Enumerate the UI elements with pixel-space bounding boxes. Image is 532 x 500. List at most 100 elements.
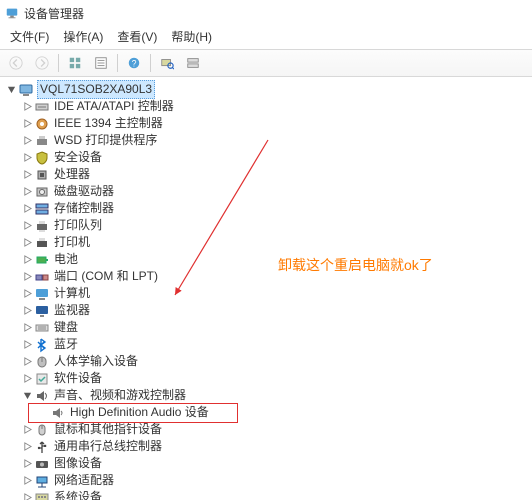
expand-toggle-icon[interactable] <box>20 151 34 165</box>
tree-category[interactable]: 蓝牙 <box>2 336 530 353</box>
tree-root-label: VQL71SOB2XA90L3 <box>37 80 155 99</box>
toolbar-extra-button[interactable] <box>181 51 205 75</box>
expand-toggle-icon[interactable] <box>20 287 34 301</box>
expand-toggle-icon[interactable] <box>20 134 34 148</box>
annotation-text: 卸载这个重启电脑就ok了 <box>278 255 433 275</box>
expand-toggle-icon[interactable] <box>20 168 34 182</box>
storage-icon <box>34 201 50 217</box>
tree-category[interactable]: 网络适配器 <box>2 472 530 489</box>
tree-category[interactable]: 鼠标和其他指针设备 <box>2 421 530 438</box>
svg-text:?: ? <box>132 59 137 69</box>
tree-device[interactable]: High Definition Audio 设备 <box>2 404 530 421</box>
expand-toggle-icon[interactable] <box>20 100 34 114</box>
tree-category[interactable]: 处理器 <box>2 166 530 183</box>
expand-toggle-icon[interactable] <box>20 304 34 318</box>
tree-category[interactable]: 打印机 <box>2 234 530 251</box>
tree-category[interactable]: 图像设备 <box>2 455 530 472</box>
expand-toggle-icon[interactable] <box>20 338 34 352</box>
nav-forward-button[interactable] <box>30 51 54 75</box>
titlebar: 设备管理器 <box>0 0 532 24</box>
tree-category[interactable]: 监视器 <box>2 302 530 319</box>
expand-toggle-icon[interactable] <box>20 236 34 250</box>
tree-category[interactable]: 安全设备 <box>2 149 530 166</box>
device-manager-icon <box>4 5 20 21</box>
tree-category-label: IDE ATA/ATAPI 控制器 <box>53 98 175 115</box>
expand-toggle-icon[interactable] <box>20 253 34 267</box>
tree-category[interactable]: 端口 (COM 和 LPT) <box>2 268 530 285</box>
tree-category[interactable]: 电池 <box>2 251 530 268</box>
device-tree[interactable]: VQL71SOB2XA90L3IDE ATA/ATAPI 控制器IEEE 139… <box>0 77 532 500</box>
bluetooth-icon <box>34 337 50 353</box>
expand-toggle-icon[interactable] <box>20 202 34 216</box>
expand-toggle-icon[interactable] <box>20 270 34 284</box>
cpu-icon <box>34 167 50 183</box>
help-button[interactable]: ? <box>122 51 146 75</box>
tree-category-label: 图像设备 <box>53 455 103 472</box>
tree-category[interactable]: IEEE 1394 主控制器 <box>2 115 530 132</box>
expand-toggle-icon[interactable] <box>20 117 34 131</box>
tree-category-label: IEEE 1394 主控制器 <box>53 115 164 132</box>
tree-category[interactable]: 打印队列 <box>2 217 530 234</box>
tree-category-label: 安全设备 <box>53 149 103 166</box>
ide-icon <box>34 99 50 115</box>
expand-toggle-icon[interactable] <box>20 457 34 471</box>
tree-category[interactable]: 系统设备 <box>2 489 530 500</box>
toolbar: ? <box>0 49 532 77</box>
expand-toggle-icon[interactable] <box>20 491 34 500</box>
scan-hardware-button[interactable] <box>155 51 179 75</box>
sound-icon <box>34 388 50 404</box>
tree-category-label: 端口 (COM 和 LPT) <box>53 268 159 285</box>
tree-category-label: 蓝牙 <box>53 336 79 353</box>
expand-toggle-icon[interactable] <box>4 83 18 97</box>
tree-category-label: 系统设备 <box>53 489 103 500</box>
tree-category[interactable]: 计算机 <box>2 285 530 302</box>
tree-category[interactable]: 存储控制器 <box>2 200 530 217</box>
tree-category-label: 磁盘驱动器 <box>53 183 115 200</box>
show-hidden-button[interactable] <box>63 51 87 75</box>
port-icon <box>34 269 50 285</box>
expand-toggle-icon[interactable] <box>20 440 34 454</box>
expand-toggle-icon[interactable] <box>20 185 34 199</box>
ieee1394-icon <box>34 116 50 132</box>
properties-button[interactable] <box>89 51 113 75</box>
expand-toggle-icon[interactable] <box>20 423 34 437</box>
expand-toggle-icon[interactable] <box>20 355 34 369</box>
pc-icon <box>18 82 34 98</box>
usb-icon <box>34 439 50 455</box>
expand-toggle-icon[interactable] <box>20 321 34 335</box>
computer-icon <box>34 286 50 302</box>
expand-toggle-icon[interactable] <box>20 219 34 233</box>
menu-action[interactable]: 操作(A) <box>57 26 109 47</box>
nav-back-button[interactable] <box>4 51 28 75</box>
expand-toggle-icon[interactable] <box>20 372 34 386</box>
keyboard-icon <box>34 320 50 336</box>
menu-help[interactable]: 帮助(H) <box>165 26 218 47</box>
tree-category[interactable]: 软件设备 <box>2 370 530 387</box>
tree-category[interactable]: 通用串行总线控制器 <box>2 438 530 455</box>
tree-category-label: 处理器 <box>53 166 91 183</box>
tree-category-label: WSD 打印提供程序 <box>53 132 158 149</box>
tree-category[interactable]: 键盘 <box>2 319 530 336</box>
tree-category-label: 键盘 <box>53 319 79 336</box>
print-queue-icon <box>34 218 50 234</box>
expand-toggle-icon[interactable] <box>20 474 34 488</box>
tree-category-label: 电池 <box>53 251 79 268</box>
tree-category-label: 网络适配器 <box>53 472 115 489</box>
window-title: 设备管理器 <box>24 5 84 22</box>
tree-root[interactable]: VQL71SOB2XA90L3 <box>2 81 530 98</box>
mouse-icon <box>34 422 50 438</box>
menu-view[interactable]: 查看(V) <box>111 26 163 47</box>
printer-wsd-icon <box>34 133 50 149</box>
menu-file[interactable]: 文件(F) <box>4 26 55 47</box>
tree-category[interactable]: 人体学输入设备 <box>2 353 530 370</box>
imaging-icon <box>34 456 50 472</box>
collapse-toggle-icon[interactable] <box>20 389 34 403</box>
tree-category[interactable]: 磁盘驱动器 <box>2 183 530 200</box>
tree-category-label: 鼠标和其他指针设备 <box>53 421 163 438</box>
tree-category[interactable]: IDE ATA/ATAPI 控制器 <box>2 98 530 115</box>
tree-category[interactable]: WSD 打印提供程序 <box>2 132 530 149</box>
network-icon <box>34 473 50 489</box>
tree-category-label: 监视器 <box>53 302 91 319</box>
tree-category[interactable]: 声音、视频和游戏控制器 <box>2 387 530 404</box>
tree-category-label: 声音、视频和游戏控制器 <box>53 387 187 404</box>
